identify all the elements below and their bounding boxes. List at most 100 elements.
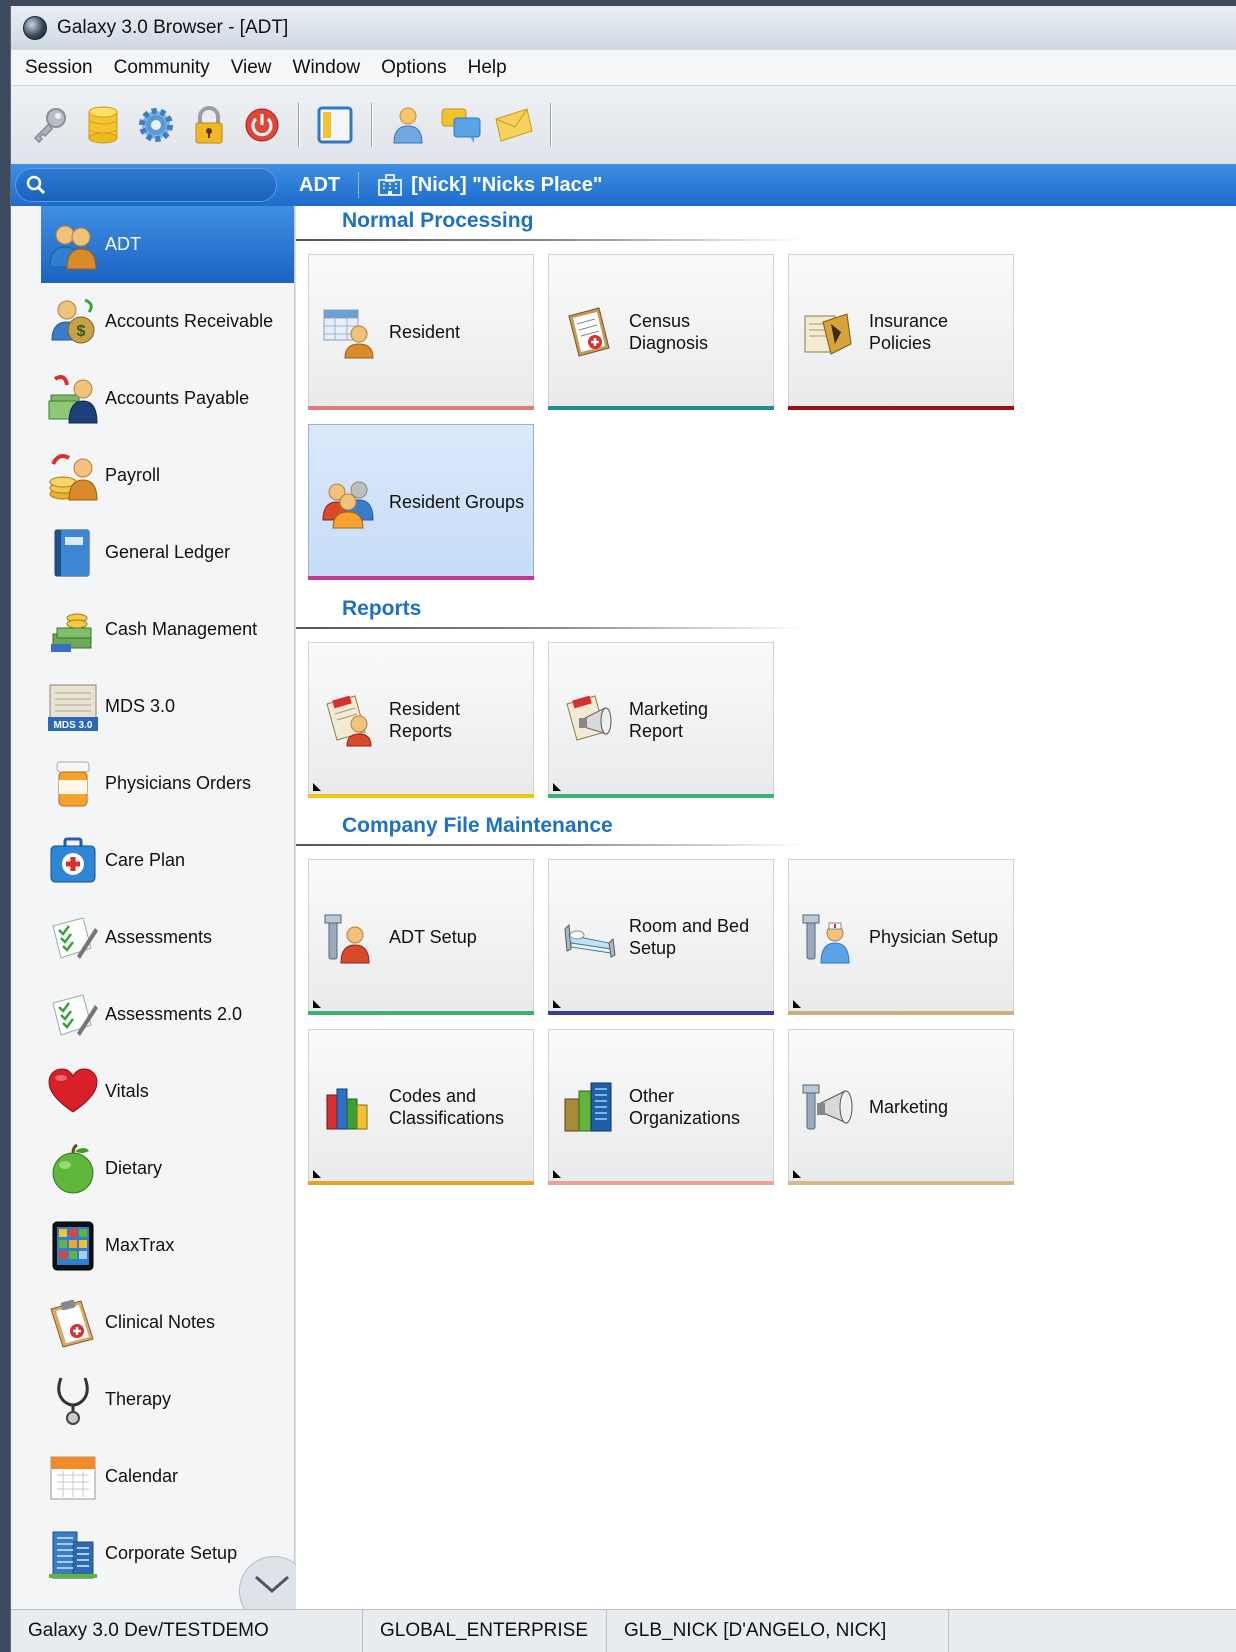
sidebar-item-label: Vitals	[105, 1081, 149, 1101]
tile-marketing-report[interactable]: Marketing Report	[548, 642, 774, 798]
sidebar-item-adt[interactable]: ADT	[41, 206, 294, 283]
sidebar-item-care-plan[interactable]: Care Plan	[41, 822, 294, 899]
expand-corner-icon[interactable]	[313, 1000, 321, 1008]
tile-label: Marketing	[869, 1097, 949, 1117]
user-icon	[393, 107, 423, 144]
facility-selector[interactable]: [Nick] "Nicks Place"	[377, 174, 602, 197]
database-icon	[88, 106, 118, 144]
mail-button[interactable]	[493, 104, 535, 146]
sidebar-item-assessments-2-0[interactable]: Assessments 2.0	[41, 976, 294, 1053]
location-bar: ADT [Nick] "Nicks Place"	[11, 164, 1236, 206]
expand-corner-icon[interactable]	[793, 1170, 801, 1178]
tile-other-organizations[interactable]: Other Organizations	[548, 1029, 774, 1185]
tile-room-and-bed-setup[interactable]: Room and Bed Setup	[548, 859, 774, 1015]
setup-icon	[321, 909, 377, 965]
report-icon	[321, 692, 377, 748]
sidebar-item-vitals[interactable]: Vitals	[41, 1053, 294, 1130]
expand-corner-icon[interactable]	[793, 1000, 801, 1008]
sidebar-item-general-ledger[interactable]: General Ledger	[41, 514, 294, 591]
sidebar-item-label: MaxTrax	[105, 1235, 175, 1255]
sidebar-item-accounts-payable[interactable]: Accounts Payable	[41, 360, 294, 437]
sidebar-item-calendar[interactable]: Calendar	[41, 1438, 294, 1515]
sidebar-item-mds-3-0[interactable]: MDS 3.0 MDS 3.0	[41, 668, 294, 745]
marketing-report-icon	[561, 692, 617, 748]
database-button[interactable]	[82, 104, 124, 146]
menu-view[interactable]: View	[229, 54, 274, 82]
mds-form-icon: MDS 3.0	[47, 681, 99, 733]
sidebar-item-assessments[interactable]: Assessments	[41, 899, 294, 976]
menu-help[interactable]: Help	[466, 54, 509, 82]
diagnosis-icon	[561, 304, 617, 360]
menu-session[interactable]: Session	[23, 54, 95, 82]
tile-label: Codes and Classifications	[389, 1086, 505, 1128]
tile-accent-bar	[548, 406, 774, 410]
payment-icon	[47, 373, 99, 425]
menu-window[interactable]: Window	[291, 54, 363, 82]
sidebar-item-dietary[interactable]: Dietary	[41, 1130, 294, 1207]
status-enterprise: GLOBAL_ENTERPRISE	[363, 1610, 607, 1652]
key-icon	[33, 108, 66, 144]
status-bar: Galaxy 3.0 Dev/TESTDEMO GLOBAL_ENTERPRIS…	[11, 1609, 1236, 1652]
key-button[interactable]	[29, 104, 71, 146]
sidebar-item-cash-management[interactable]: Cash Management	[41, 591, 294, 668]
app-window: Galaxy 3.0 Browser - [ADT] Session Commu…	[10, 6, 1236, 1652]
expand-corner-icon[interactable]	[553, 1170, 561, 1178]
sidebar-item-label: Accounts Receivable	[105, 311, 274, 331]
section-title: Normal Processing	[342, 209, 534, 232]
chat-button[interactable]	[440, 104, 482, 146]
tile-physician-setup[interactable]: Physician Setup	[788, 859, 1014, 1015]
chevron-down-icon	[255, 1575, 289, 1593]
status-user: GLB_NICK [D'ANGELO, NICK]	[607, 1610, 949, 1652]
lock-button[interactable]	[188, 104, 230, 146]
tile-resident-reports[interactable]: Resident Reports	[308, 642, 534, 798]
svg-text:MDS 3.0: MDS 3.0	[54, 720, 93, 731]
power-button[interactable]	[241, 104, 283, 146]
user-button[interactable]	[387, 104, 429, 146]
tile-accent-bar	[308, 576, 534, 580]
sidebar-item-maxtrax[interactable]: MaxTrax	[41, 1207, 294, 1284]
insurance-icon	[801, 304, 857, 360]
expand-corner-icon[interactable]	[313, 1170, 321, 1178]
sidebar-item-therapy[interactable]: Therapy	[41, 1361, 294, 1438]
menu-options[interactable]: Options	[379, 54, 448, 82]
expand-corner-icon[interactable]	[553, 1000, 561, 1008]
menu-bar: Session Community View Window Options He…	[11, 50, 1236, 86]
calendar-icon	[47, 1451, 99, 1503]
sidebar-item-label: ADT	[105, 234, 141, 254]
tile-label: Other Organizations	[629, 1086, 741, 1128]
sidebar-item-accounts-receivable[interactable]: $ Accounts Receivable	[41, 283, 294, 360]
section-divider	[296, 844, 806, 846]
search-input[interactable]	[15, 168, 277, 202]
mail-icon	[495, 108, 533, 142]
sidebar-item-physicians-orders[interactable]: Physicians Orders	[41, 745, 294, 822]
tile-label: Resident Reports	[389, 699, 461, 741]
clipboard-icon	[47, 1297, 99, 1349]
expand-corner-icon[interactable]	[313, 783, 321, 791]
sidebar-item-clinical-notes[interactable]: Clinical Notes	[41, 1284, 294, 1361]
sidebar-item-label: Care Plan	[105, 850, 186, 870]
expand-corner-icon[interactable]	[553, 783, 561, 791]
section-divider	[296, 239, 806, 241]
sidebar-item-payroll[interactable]: Payroll	[41, 437, 294, 514]
heart-icon	[47, 1066, 99, 1118]
svg-text:$: $	[77, 323, 86, 340]
tile-resident[interactable]: Resident	[308, 254, 534, 410]
tile-insurance-policies[interactable]: Insurance Policies	[788, 254, 1014, 410]
tile-census-diagnosis[interactable]: Census Diagnosis	[548, 254, 774, 410]
tile-accent-bar	[788, 1011, 1014, 1015]
apple-icon	[47, 1143, 99, 1195]
sidebar-item-label: Therapy	[105, 1389, 172, 1409]
tile-adt-setup[interactable]: ADT Setup	[308, 859, 534, 1015]
tile-marketing[interactable]: Marketing	[788, 1029, 1014, 1185]
building-icon	[378, 174, 402, 196]
menu-community[interactable]: Community	[112, 54, 212, 82]
tile-codes-and-classifications[interactable]: Codes and Classifications	[308, 1029, 534, 1185]
panel-button[interactable]	[314, 104, 356, 146]
tile-accent-bar	[788, 406, 1014, 410]
sidebar-item-label: Cash Management	[105, 619, 258, 639]
settings-button[interactable]	[135, 104, 177, 146]
megaphone-icon	[801, 1079, 857, 1135]
module-sidebar: ADT $ Accounts Receivable Accounts Payable P…	[11, 206, 309, 1626]
panel-icon	[317, 106, 353, 144]
tile-resident-groups[interactable]: Resident Groups	[308, 424, 534, 580]
